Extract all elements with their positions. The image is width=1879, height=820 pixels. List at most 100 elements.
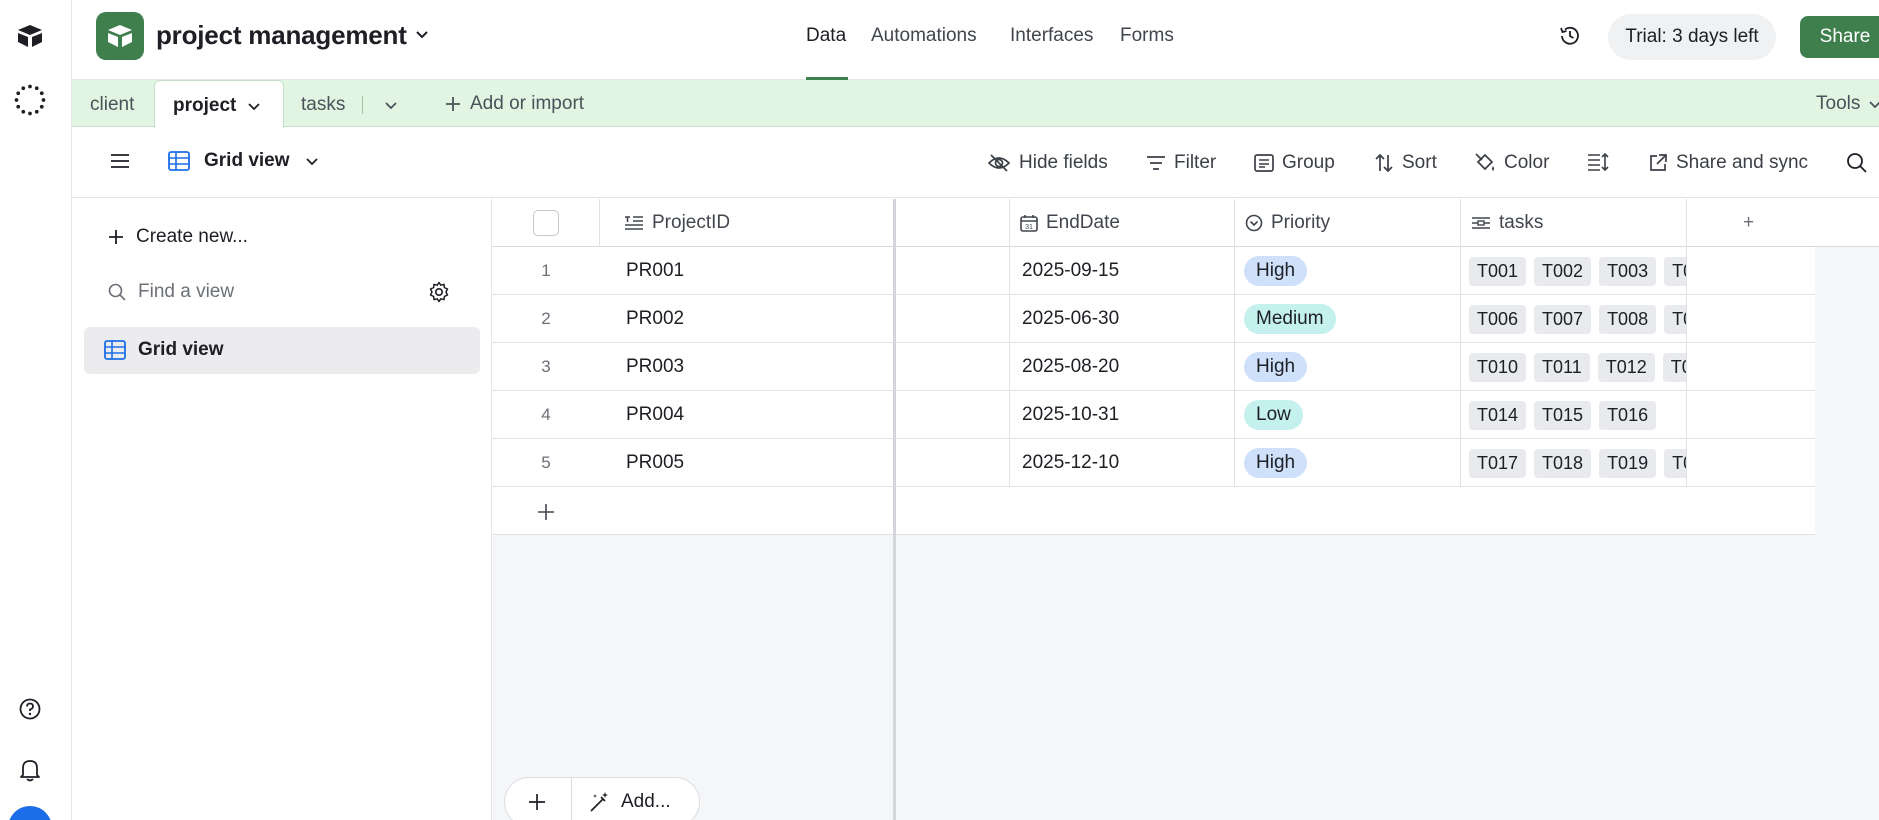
filter-button[interactable]: Filter [1146, 152, 1216, 174]
tools-menu[interactable]: Tools [1816, 93, 1879, 115]
add-record-button[interactable] [527, 792, 547, 812]
linked-task-chip[interactable]: T007 [1534, 304, 1592, 334]
linked-task-chip[interactable]: T006 [1469, 304, 1527, 334]
cell-projectid[interactable]: PR002 [600, 295, 893, 343]
linked-task-chip[interactable]: T004 [1664, 256, 1686, 286]
base-name[interactable]: project management [156, 20, 407, 51]
ai-add-button[interactable]: Add... [589, 791, 671, 813]
nav-data[interactable]: Data [806, 25, 846, 47]
linked-task-chip[interactable]: T019 [1599, 448, 1657, 478]
cell-tasks[interactable]: T006T007T008 T009 [1461, 295, 1687, 343]
cell-projectid[interactable]: PR005 [600, 439, 893, 487]
add-record-row[interactable] [492, 487, 1815, 535]
linked-task-chip[interactable]: T003 [1599, 256, 1657, 286]
cell-enddate[interactable]: 2025-06-30 [1010, 295, 1235, 343]
find-view-field[interactable]: Find a view [108, 281, 234, 303]
base-logo-icon[interactable] [96, 12, 144, 60]
create-new-view-button[interactable]: Create new... [108, 226, 248, 248]
tab-client[interactable]: client [90, 94, 134, 116]
view-settings-button[interactable] [428, 281, 450, 303]
airtable-logo-icon[interactable] [14, 20, 46, 52]
cell-priority[interactable]: High [1235, 343, 1461, 391]
cell-projectid[interactable]: PR004 [600, 391, 893, 439]
account-avatar[interactable] [8, 806, 52, 820]
cell-tasks[interactable]: T001T002T003 T004 [1461, 247, 1687, 295]
help-icon[interactable] [14, 693, 46, 725]
cell-enddate[interactable]: 2025-09-15 [1010, 247, 1235, 295]
cell-enddate[interactable]: 2025-08-20 [1010, 343, 1235, 391]
cell-hidden[interactable] [896, 343, 1010, 391]
share-and-sync-button[interactable]: Share and sync [1648, 152, 1808, 174]
cell-enddate[interactable]: 2025-10-31 [1010, 391, 1235, 439]
linked-task-chip[interactable]: T009 [1664, 304, 1686, 334]
cell-hidden[interactable] [896, 391, 1010, 439]
linked-task-chip[interactable]: T010 [1469, 352, 1527, 382]
linked-task-chip[interactable]: T011 [1534, 352, 1590, 382]
linked-task-chip[interactable]: T013 [1662, 352, 1686, 382]
chevron-down-icon[interactable] [247, 99, 261, 113]
history-icon[interactable] [1558, 24, 1582, 48]
cell-enddate[interactable]: 2025-12-10 [1010, 439, 1235, 487]
table-row[interactable]: 3 PR003 2025-08-20 High T010T011T012 T013 [492, 343, 1815, 391]
notifications-bell-icon[interactable] [14, 754, 46, 786]
cell-hidden[interactable] [896, 247, 1010, 295]
sort-button[interactable]: Sort [1374, 152, 1437, 174]
cell-priority[interactable]: Medium [1235, 295, 1461, 343]
nav-forms[interactable]: Forms [1120, 25, 1174, 47]
column-header-projectid[interactable]: ProjectID [600, 199, 893, 247]
chevron-down-icon[interactable] [414, 26, 430, 42]
linked-task-chip[interactable]: T017 [1469, 448, 1527, 478]
frozen-column-divider[interactable] [893, 199, 896, 820]
cell-hidden[interactable] [896, 439, 1010, 487]
cell-tasks[interactable]: T017T018T019 T020 [1461, 439, 1687, 487]
row-number: 4 [541, 405, 551, 424]
tab-project[interactable]: project [154, 80, 284, 128]
add-field-header[interactable]: + [1687, 199, 1879, 247]
tab-tasks[interactable]: tasks [301, 94, 345, 116]
cell-projectid[interactable]: PR001 [600, 247, 893, 295]
view-switcher[interactable]: Grid view [168, 150, 320, 172]
search-button[interactable] [1846, 152, 1868, 174]
table-row[interactable]: 5 PR005 2025-12-10 High T017T018T019 T020 [492, 439, 1815, 487]
linked-task-chip[interactable]: T001 [1469, 256, 1527, 286]
column-header-hidden[interactable] [896, 199, 1010, 247]
add-or-import-button[interactable]: Add or import [444, 93, 584, 115]
linked-task-chip[interactable]: T015 [1534, 400, 1592, 430]
select-all-checkbox[interactable] [532, 210, 559, 236]
share-button[interactable]: Share [1800, 16, 1879, 58]
sidebar-item-grid-view-content[interactable]: Grid view [104, 339, 224, 361]
linked-task-chip[interactable]: T016 [1599, 400, 1657, 430]
nav-interfaces[interactable]: Interfaces [1010, 25, 1093, 47]
color-button[interactable]: Color [1474, 152, 1549, 174]
cell-tasks[interactable]: T010T011T012 T013 [1461, 343, 1687, 391]
linked-task-chip[interactable]: T020 [1664, 448, 1686, 478]
linked-task-chip[interactable]: T018 [1534, 448, 1592, 478]
column-header-tasks[interactable]: tasks [1461, 199, 1687, 247]
cell-hidden[interactable] [896, 295, 1010, 343]
table-row[interactable]: 1 PR001 2025-09-15 High T001T002T003 T004 [492, 247, 1815, 295]
table-row[interactable]: 4 PR004 2025-10-31 Low T014 T015 T016 [492, 391, 1815, 439]
toggle-sidebar-button[interactable] [110, 152, 130, 170]
hide-fields-button[interactable]: Hide fields [987, 152, 1108, 174]
group-button[interactable]: Group [1254, 152, 1335, 174]
omni-spinner-icon[interactable] [14, 84, 46, 116]
linked-task-chip[interactable]: T012 [1597, 352, 1655, 382]
nav-automations[interactable]: Automations [871, 25, 977, 47]
column-header-priority[interactable]: Priority [1235, 199, 1461, 247]
table-row[interactable]: 2 PR002 2025-06-30 Medium T006T007T008 T009 [492, 295, 1815, 343]
cell-tasks[interactable]: T014 T015 T016 [1461, 391, 1687, 439]
cell-priority[interactable]: High [1235, 439, 1461, 487]
linked-task-chip[interactable]: T014 [1469, 400, 1527, 430]
trial-badge[interactable]: Trial: 3 days left [1608, 14, 1776, 60]
row-height-button[interactable] [1587, 152, 1609, 172]
search-icon [108, 283, 126, 301]
plus-icon [538, 504, 554, 520]
linked-task-chip[interactable]: T002 [1534, 256, 1592, 286]
cell-priority[interactable]: High [1235, 247, 1461, 295]
more-tables-chevron-icon[interactable] [384, 98, 398, 112]
linked-task-chip[interactable]: T008 [1599, 304, 1657, 334]
cell-priority[interactable]: Low [1235, 391, 1461, 439]
column-header-enddate[interactable]: 31 EndDate [1010, 199, 1235, 247]
select-all-cell[interactable] [492, 199, 600, 247]
cell-projectid[interactable]: PR003 [600, 343, 893, 391]
